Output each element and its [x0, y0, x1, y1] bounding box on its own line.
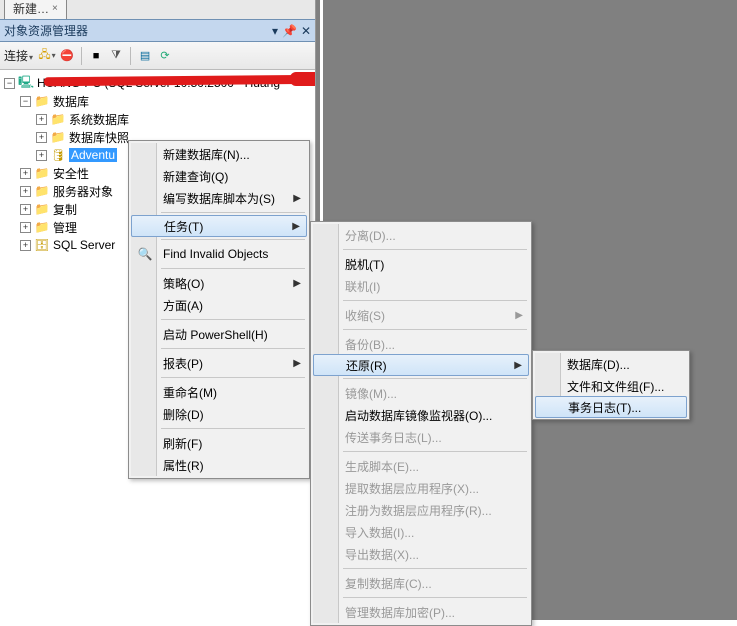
- mi-new-database[interactable]: 新建数据库(N)...: [131, 143, 307, 165]
- submenu-arrow-icon: ▶: [293, 358, 301, 369]
- databases-label: 数据库: [53, 93, 89, 110]
- mi-offline[interactable]: 脱机(T): [313, 253, 529, 275]
- panel-dropdown-icon[interactable]: ▾: [272, 24, 278, 38]
- list-icon[interactable]: ▤: [137, 48, 153, 64]
- menu-separator: [343, 249, 527, 250]
- toolbar: 连接 🖧 ⛔ ■ ⧩ ▤ ⟳: [0, 42, 315, 70]
- tab-strip: 新建… ×: [0, 0, 315, 20]
- mi-restore-tlog[interactable]: 事务日志(T)...: [535, 396, 687, 418]
- menu-separator: [343, 300, 527, 301]
- mi-restore-database[interactable]: 数据库(D)...: [535, 353, 687, 375]
- security-label: 安全性: [53, 165, 89, 182]
- filter-icon[interactable]: ⧩: [108, 48, 124, 64]
- menu-separator: [343, 378, 527, 379]
- submenu-tasks: 分离(D)... 脱机(T) 联机(I) 收缩(S)▶ 备份(B)... 还原(…: [310, 221, 532, 626]
- mi-mirror[interactable]: 镜像(M)...: [313, 382, 529, 404]
- mi-tasks[interactable]: 任务(T)▶: [131, 215, 307, 237]
- mi-detach[interactable]: 分离(D)...: [313, 224, 529, 246]
- menu-separator: [161, 239, 305, 240]
- submenu-arrow-icon: ▶: [293, 193, 301, 204]
- panel-title: 对象资源管理器: [4, 22, 88, 39]
- mi-delete[interactable]: 删除(D): [131, 403, 307, 425]
- replication-label: 复制: [53, 201, 77, 218]
- menu-separator: [161, 428, 305, 429]
- stop-icon[interactable]: ■: [88, 48, 104, 64]
- mi-register-dac[interactable]: 注册为数据层应用程序(R)...: [313, 499, 529, 521]
- mi-reports[interactable]: 报表(P)▶: [131, 352, 307, 374]
- tree-databases[interactable]: − 数据库: [4, 92, 315, 110]
- mi-shrink[interactable]: 收缩(S)▶: [313, 304, 529, 326]
- mi-properties[interactable]: 属性(R): [131, 454, 307, 476]
- mi-import[interactable]: 导入数据(I)...: [313, 521, 529, 543]
- mi-policy[interactable]: 策略(O)▶: [131, 272, 307, 294]
- connect-button[interactable]: 连接: [4, 47, 33, 64]
- mi-find-invalid[interactable]: 🔍Find Invalid Objects: [131, 243, 307, 265]
- submenu-arrow-icon: ▶: [515, 310, 523, 321]
- submenu-arrow-icon: ▶: [293, 278, 301, 289]
- folder-icon: [34, 201, 50, 217]
- submenu-restore: 数据库(D)... 文件和文件组(F)... 事务日志(T)...: [532, 350, 690, 420]
- mi-backup[interactable]: 备份(B)...: [313, 333, 529, 355]
- mi-online[interactable]: 联机(I): [313, 275, 529, 297]
- mgmt-label: 管理: [53, 219, 77, 236]
- menu-separator: [343, 597, 527, 598]
- mi-facet[interactable]: 方面(A): [131, 294, 307, 316]
- tab-title: 新建…: [13, 0, 49, 17]
- submenu-arrow-icon: ▶: [514, 360, 522, 371]
- mi-refresh[interactable]: 刷新(F): [131, 432, 307, 454]
- mi-powershell[interactable]: 启动 PowerShell(H): [131, 323, 307, 345]
- pin-icon[interactable]: 📌: [282, 24, 297, 38]
- mi-ship-log[interactable]: 传送事务日志(L)...: [313, 426, 529, 448]
- context-menu-database: 新建数据库(N)... 新建查询(Q) 编写数据库脚本为(S)▶ 任务(T)▶ …: [128, 140, 310, 479]
- menu-separator: [161, 319, 305, 320]
- mi-new-query[interactable]: 新建查询(Q): [131, 165, 307, 187]
- server-icon: [18, 75, 34, 91]
- sysdb-label: 系统数据库: [69, 111, 129, 128]
- folder-icon: [34, 165, 50, 181]
- connect-db-icon[interactable]: 🖧: [39, 48, 55, 64]
- mi-restore-files[interactable]: 文件和文件组(F)...: [535, 375, 687, 397]
- menu-separator: [161, 348, 305, 349]
- disconnect-icon[interactable]: ⛔: [59, 48, 75, 64]
- mi-copy-db[interactable]: 复制数据库(C)...: [313, 572, 529, 594]
- tree-sysdb[interactable]: + 系统数据库: [4, 110, 315, 128]
- mi-gen-script[interactable]: 生成脚本(E)...: [313, 455, 529, 477]
- mi-restore[interactable]: 还原(R)▶: [313, 354, 529, 376]
- close-icon[interactable]: ×: [52, 3, 58, 14]
- folder-icon: [50, 129, 66, 145]
- submenu-arrow-icon: ▶: [292, 221, 300, 232]
- mi-extract-dac[interactable]: 提取数据层应用程序(X)...: [313, 477, 529, 499]
- mi-export[interactable]: 导出数据(X)...: [313, 543, 529, 565]
- folder-icon: [34, 219, 50, 235]
- menu-separator: [161, 268, 305, 269]
- mi-script-as[interactable]: 编写数据库脚本为(S)▶: [131, 187, 307, 209]
- serverobj-label: 服务器对象: [53, 183, 113, 200]
- refresh-icon[interactable]: ⟳: [157, 48, 173, 64]
- redaction-mark: [290, 72, 315, 86]
- folder-icon: [34, 183, 50, 199]
- separator: [130, 47, 131, 65]
- folder-icon: [50, 111, 66, 127]
- panel-title-bar: 对象资源管理器 ▾ 📌 ✕: [0, 20, 315, 42]
- folder-icon: [34, 93, 50, 109]
- agent-label: SQL Server: [53, 238, 115, 252]
- mi-rename[interactable]: 重命名(M): [131, 381, 307, 403]
- tab-item[interactable]: 新建… ×: [4, 0, 67, 19]
- snap-label: 数据库快照: [69, 129, 129, 146]
- menu-separator: [343, 568, 527, 569]
- separator: [81, 47, 82, 65]
- adv-label: Adventu: [69, 148, 117, 162]
- menu-separator: [161, 377, 305, 378]
- find-icon: 🔍: [137, 246, 153, 262]
- close-icon[interactable]: ✕: [301, 24, 311, 38]
- agent-icon: [34, 237, 50, 253]
- menu-separator: [161, 212, 305, 213]
- menu-separator: [343, 329, 527, 330]
- mi-launch-monitor[interactable]: 启动数据库镜像监视器(O)...: [313, 404, 529, 426]
- database-icon: [50, 147, 66, 163]
- menu-separator: [343, 451, 527, 452]
